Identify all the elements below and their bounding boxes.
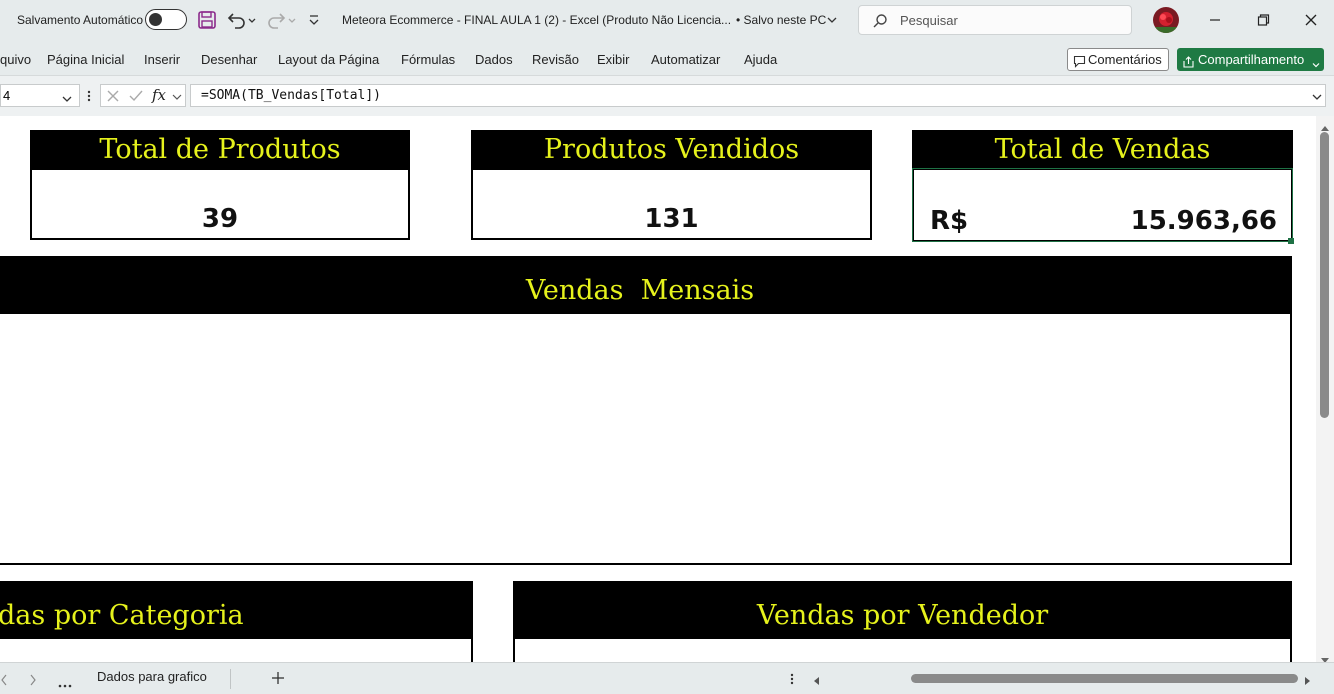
save-status[interactable]: • Salvo neste PC — [736, 13, 826, 27]
chevron-down-icon — [1311, 54, 1321, 68]
scroll-up-icon[interactable] — [1320, 119, 1330, 131]
tab-arquivo[interactable]: quivo — [0, 52, 31, 67]
tab-formulas[interactable]: Fórmulas — [401, 52, 455, 67]
tab-pagina-inicial[interactable]: Página Inicial — [47, 52, 124, 67]
more-sheets-icon[interactable] — [58, 676, 72, 688]
chart-vendas-mensais: Vendas Mensais — [0, 256, 1292, 565]
scroll-right-icon[interactable] — [1304, 673, 1312, 685]
chevron-down-icon[interactable] — [61, 90, 73, 102]
title-bar: Salvamento Automático Meteora Ecommerce … — [0, 0, 1334, 42]
currency-symbol: R$ — [930, 206, 969, 236]
redo-icon[interactable] — [266, 10, 296, 30]
autosave-toggle[interactable] — [145, 9, 187, 30]
tab-desenhar[interactable]: Desenhar — [201, 52, 257, 67]
tab-inserir[interactable]: Inserir — [144, 52, 180, 67]
tab-ajuda[interactable]: Ajuda — [744, 52, 777, 67]
name-box[interactable]: 4 — [0, 84, 80, 107]
customize-toolbar-icon[interactable] — [307, 12, 321, 28]
card-title: Produtos Vendidos — [473, 132, 870, 170]
scroll-left-icon[interactable] — [812, 673, 820, 685]
tab-layout-pagina[interactable]: Layout da Página — [278, 52, 379, 67]
undo-icon[interactable] — [226, 10, 256, 30]
scroll-down-icon[interactable] — [1320, 652, 1330, 663]
card-total-produtos: Total de Produtos 39 — [30, 130, 410, 240]
tab-exibir[interactable]: Exibir — [597, 52, 630, 67]
sheet-tab-dados-para-grafico[interactable]: Dados para grafico — [97, 669, 207, 684]
share-button[interactable]: Compartilhamento — [1177, 48, 1324, 71]
chevron-down-icon[interactable] — [171, 90, 183, 102]
comment-icon — [1073, 53, 1086, 68]
cancel-icon[interactable] — [105, 88, 121, 104]
more-options-icon[interactable] — [86, 88, 92, 104]
formula-input[interactable]: =SOMA(TB_Vendas[Total]) — [190, 84, 1326, 107]
horizontal-scroll-thumb[interactable] — [911, 674, 1298, 683]
share-label: Compartilhamento — [1198, 52, 1305, 67]
worksheet-grid[interactable]: Total de Produtos 39 Produtos Vendidos 1… — [0, 116, 1316, 662]
chart-title: Vendas Mensais — [0, 258, 1290, 314]
next-sheet-icon[interactable] — [29, 673, 37, 686]
card-produtos-vendidos: Produtos Vendidos 131 — [471, 130, 872, 240]
card-title: Total de Produtos — [32, 132, 408, 170]
divider — [230, 669, 231, 689]
tab-dados[interactable]: Dados — [475, 52, 513, 67]
more-options-icon[interactable] — [789, 671, 795, 687]
search-placeholder: Pesquisar — [900, 13, 958, 28]
minimize-icon[interactable] — [1203, 8, 1227, 32]
tab-revisao[interactable]: Revisão — [532, 52, 579, 67]
kpi-value[interactable]: 15.963,66 — [1131, 206, 1277, 236]
search-icon — [872, 13, 888, 29]
avatar[interactable] — [1153, 7, 1179, 33]
close-icon[interactable] — [1299, 8, 1323, 32]
document-title: Meteora Ecommerce - FINAL AULA 1 (2) - E… — [342, 13, 732, 27]
chart-vendas-categoria: das por Categoria — [0, 581, 473, 662]
tab-automatizar[interactable]: Automatizar — [651, 52, 720, 67]
share-icon — [1182, 53, 1195, 68]
search-box[interactable]: Pesquisar — [858, 5, 1132, 35]
card-title: Total de Vendas — [914, 132, 1291, 170]
confirm-icon[interactable] — [128, 88, 144, 104]
insert-function-icon[interactable]: fx — [152, 86, 166, 104]
formula-text: =SOMA(TB_Vendas[Total]) — [201, 88, 382, 103]
autosave-label: Salvamento Automático — [17, 13, 144, 27]
card-total-vendas: Total de Vendas R$ 15.963,66 — [912, 130, 1294, 244]
comments-button[interactable]: Comentários — [1067, 48, 1169, 71]
add-sheet-icon[interactable] — [271, 671, 285, 685]
prev-sheet-icon[interactable] — [0, 673, 8, 686]
chart-vendas-vendedor: Vendas por Vendedor — [513, 581, 1292, 662]
formula-actions: fx — [100, 84, 186, 107]
chart-title: Vendas por Vendedor — [515, 583, 1290, 639]
scroll-thumb[interactable] — [1320, 132, 1329, 418]
chart-title-text: Vendas Mensais — [525, 275, 755, 306]
chart-title: das por Categoria — [0, 583, 471, 639]
expand-formula-icon[interactable] — [1311, 89, 1323, 101]
kpi-value[interactable]: 131 — [473, 204, 870, 234]
vertical-scrollbar[interactable] — [1316, 116, 1334, 663]
name-box-value: 4 — [3, 88, 11, 103]
fill-handle[interactable] — [1288, 238, 1294, 244]
comments-label: Comentários — [1088, 52, 1162, 67]
restore-icon[interactable] — [1251, 8, 1275, 32]
kpi-value[interactable]: 39 — [32, 204, 408, 234]
save-icon[interactable] — [197, 10, 217, 30]
toggle-knob — [149, 13, 162, 26]
chevron-down-icon[interactable] — [826, 13, 838, 25]
